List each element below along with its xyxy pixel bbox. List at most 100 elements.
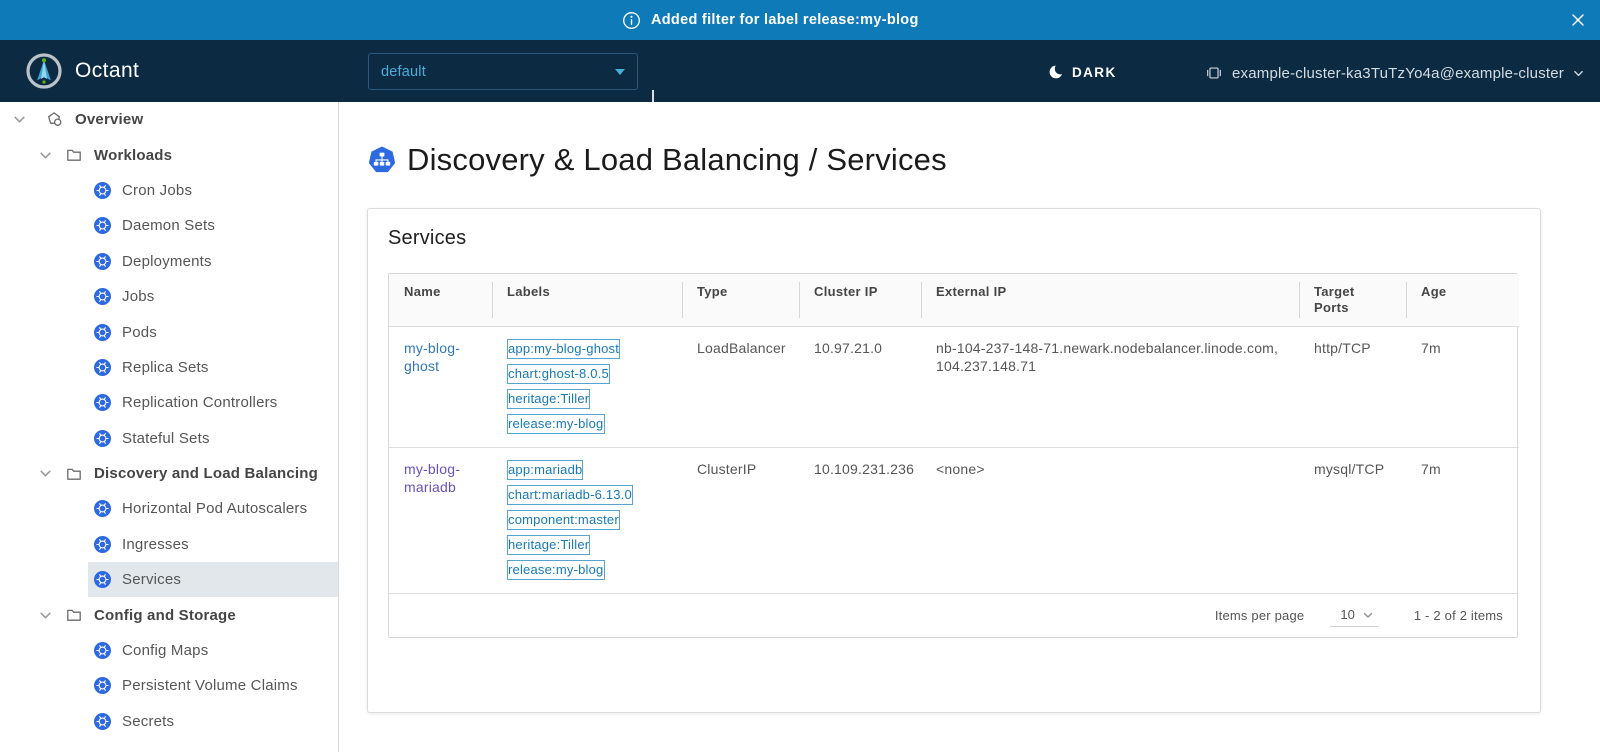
sidebar-item-services[interactable]: Services bbox=[0, 562, 338, 597]
services-card: Services Name Labels Type Cluster IP Ext… bbox=[367, 208, 1541, 713]
chevron-down-icon[interactable] bbox=[38, 149, 52, 162]
replica-sets-icon bbox=[94, 359, 111, 376]
sidebar-item-label: Services bbox=[122, 571, 181, 588]
sidebar-item-label: Overview bbox=[75, 111, 143, 128]
service-link[interactable]: my-blog-mariadb bbox=[404, 461, 460, 495]
ingresses-icon bbox=[94, 536, 111, 553]
chevron-down-icon[interactable] bbox=[38, 467, 52, 480]
label-chip: component:master bbox=[507, 510, 620, 530]
table-row: my-blog-mariadbapp:mariadbchart:mariadb-… bbox=[389, 448, 1519, 594]
label-chip: release:my-blog bbox=[507, 560, 605, 580]
chevron-down-icon[interactable] bbox=[12, 113, 26, 126]
pods-icon bbox=[94, 324, 111, 341]
cron-jobs-icon bbox=[94, 182, 111, 199]
folder-icon bbox=[66, 147, 82, 163]
age-cell: 7m bbox=[1406, 448, 1519, 594]
sidebar-item-label: Cron Jobs bbox=[122, 182, 192, 199]
chevron-down-icon bbox=[1362, 609, 1374, 621]
overview-icon bbox=[46, 111, 63, 128]
secrets-icon bbox=[94, 713, 111, 730]
label-chip: heritage:Tiller bbox=[507, 389, 590, 409]
card-title: Services bbox=[388, 227, 1516, 250]
page-title: Discovery & Load Balancing / Services bbox=[407, 142, 947, 178]
namespace-select-value: default bbox=[381, 64, 615, 80]
close-icon[interactable] bbox=[1570, 12, 1586, 28]
sidebar-item-label: Workloads bbox=[94, 147, 172, 164]
label-chip: release:my-blog bbox=[507, 414, 605, 434]
sidebar-item-label: Replication Controllers bbox=[122, 394, 278, 411]
sidebar-item-label: Persistent Volume Claims bbox=[122, 677, 298, 694]
sidebar-item-discovery-and-load-balancing[interactable]: Discovery and Load Balancing bbox=[0, 456, 338, 491]
items-per-page-label: Items per page bbox=[1215, 608, 1305, 623]
page-header: Discovery & Load Balancing / Services bbox=[368, 142, 947, 178]
cluster-context-select[interactable]: example-cluster-ka3TuTzYo4a@example-clus… bbox=[1205, 64, 1584, 82]
sidebar-item-label: Config Maps bbox=[122, 642, 208, 659]
column-header-name: Name bbox=[389, 274, 492, 327]
sidebar-item-label: Replica Sets bbox=[122, 359, 209, 376]
sidebar-tree: Overview Workloads Cron Jobs Daemon Sets Dep… bbox=[0, 102, 338, 739]
jobs-icon bbox=[94, 288, 111, 305]
main-content: Discovery & Load Balancing / Services Se… bbox=[340, 102, 1600, 752]
branding: Octant bbox=[26, 53, 139, 89]
sidebar-item-persistent-volume-claims[interactable]: Persistent Volume Claims bbox=[0, 668, 338, 703]
info-icon bbox=[622, 11, 641, 30]
horizontal-pod-autoscalers-icon bbox=[94, 500, 111, 517]
sidebar-item-replication-controllers[interactable]: Replication Controllers bbox=[0, 385, 338, 420]
replication-controllers-icon bbox=[94, 394, 111, 411]
sidebar-item-ingresses[interactable]: Ingresses bbox=[0, 527, 338, 562]
dark-theme-toggle[interactable]: DARK bbox=[1048, 64, 1117, 80]
label-chip: app:my-blog-ghost bbox=[507, 339, 620, 359]
persistent-volume-claims-icon bbox=[94, 677, 111, 694]
sidebar-item-label: Secrets bbox=[122, 713, 174, 730]
sidebar-item-config-maps[interactable]: Config Maps bbox=[0, 633, 338, 668]
sidebar-item-jobs[interactable]: Jobs bbox=[0, 279, 338, 314]
column-header-labels: Labels bbox=[492, 274, 682, 327]
services-icon bbox=[94, 571, 111, 588]
sidebar-item-deployments[interactable]: Deployments bbox=[0, 244, 338, 279]
sidebar-item-label: Stateful Sets bbox=[122, 430, 210, 447]
alert-bar: Added filter for label release:my-blog bbox=[0, 0, 1600, 40]
sidebar-item-label: Discovery and Load Balancing bbox=[94, 465, 318, 482]
cluster-ip-cell: 10.97.21.0 bbox=[799, 327, 921, 448]
label-chip: heritage:Tiller bbox=[507, 535, 590, 555]
sidebar-item-daemon-sets[interactable]: Daemon Sets bbox=[0, 208, 338, 243]
pagination-range-text: 1 - 2 of 2 items bbox=[1414, 608, 1503, 623]
sidebar-item-label: Deployments bbox=[122, 253, 212, 270]
items-per-page-value: 10 bbox=[1340, 607, 1354, 622]
sidebar-item-pods[interactable]: Pods bbox=[0, 314, 338, 349]
items-per-page-select[interactable]: 10 bbox=[1330, 604, 1377, 627]
age-cell: 7m bbox=[1406, 327, 1519, 448]
sidebar-item-label: Daemon Sets bbox=[122, 217, 215, 234]
service-link[interactable]: my-blog-ghost bbox=[404, 340, 460, 374]
sidebar-item-replica-sets[interactable]: Replica Sets bbox=[0, 350, 338, 385]
sidebar-item-label: Jobs bbox=[122, 288, 155, 305]
target-ports-cell: http/TCP bbox=[1299, 327, 1406, 448]
sidebar-item-cron-jobs[interactable]: Cron Jobs bbox=[0, 173, 338, 208]
stateful-sets-icon bbox=[94, 430, 111, 447]
app-header: Octant default Filter by labels (1 appli… bbox=[0, 40, 1600, 102]
services-icon bbox=[368, 146, 396, 174]
sidebar-item-stateful-sets[interactable]: Stateful Sets bbox=[0, 421, 338, 456]
cluster-icon bbox=[1205, 64, 1223, 82]
column-header-external-ip: External IP bbox=[921, 274, 1299, 327]
sidebar-item-horizontal-pod-autoscalers[interactable]: Horizontal Pod Autoscalers bbox=[0, 491, 338, 526]
folder-icon bbox=[66, 466, 82, 482]
table-footer: Items per page 10 1 - 2 of 2 items bbox=[389, 593, 1517, 637]
sidebar-item-overview[interactable]: Overview bbox=[0, 102, 338, 137]
column-header-cluster-ip: Cluster IP bbox=[799, 274, 921, 327]
sidebar-item-label: Pods bbox=[122, 324, 157, 341]
app-title: Octant bbox=[75, 59, 139, 83]
namespace-select[interactable]: default bbox=[368, 53, 638, 90]
column-header-type: Type bbox=[682, 274, 799, 327]
sidebar-item-workloads[interactable]: Workloads bbox=[0, 137, 338, 172]
external-ip-cell: nb-104-237-148-71.newark.nodebalancer.li… bbox=[921, 327, 1299, 448]
folder-icon bbox=[66, 607, 82, 623]
service-type-cell: ClusterIP bbox=[682, 448, 799, 594]
sidebar-item-secrets[interactable]: Secrets bbox=[0, 704, 338, 739]
target-ports-cell: mysql/TCP bbox=[1299, 448, 1406, 594]
caret-down-icon bbox=[615, 69, 625, 75]
cluster-ip-cell: 10.109.231.236 bbox=[799, 448, 921, 594]
sidebar-item-config-and-storage[interactable]: Config and Storage bbox=[0, 597, 338, 632]
chevron-down-icon[interactable] bbox=[38, 609, 52, 622]
column-header-age: Age bbox=[1406, 274, 1519, 327]
